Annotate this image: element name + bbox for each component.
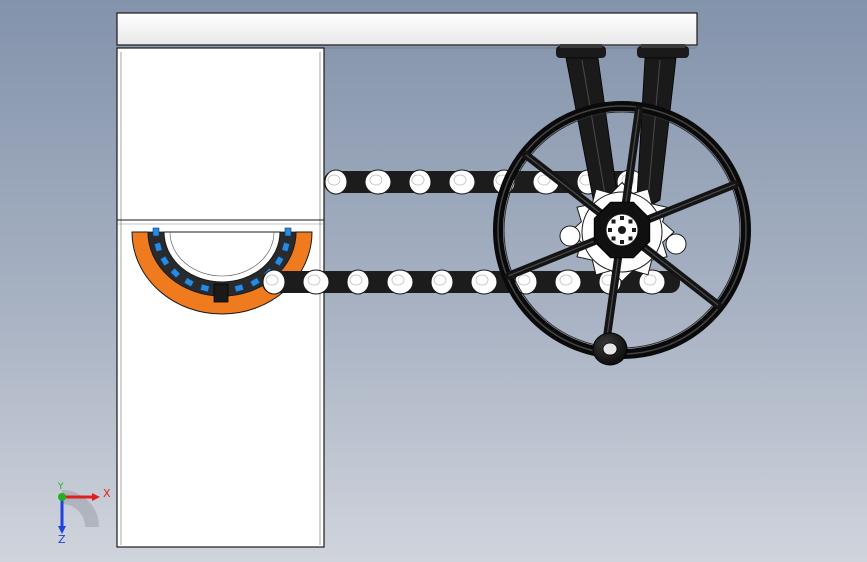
- hub-spline: [608, 228, 612, 232]
- bearing-roller: [152, 227, 160, 237]
- hub-spline: [632, 228, 636, 232]
- bearing-roller: [284, 227, 292, 237]
- hub-spline: [620, 240, 624, 244]
- hub-spline: [620, 216, 624, 220]
- assembly-drawing[interactable]: [0, 0, 867, 562]
- coordinate-triad[interactable]: [58, 490, 100, 534]
- z-axis-label: Z: [58, 533, 66, 546]
- chain-roller: [302, 269, 330, 295]
- y-axis-label: Y: [58, 482, 64, 492]
- cad-viewport[interactable]: X Y Z: [0, 0, 867, 562]
- hub-spline: [611, 236, 616, 241]
- chain-roller: [386, 269, 414, 295]
- handwheel-handle[interactable]: [592, 332, 628, 366]
- hub-spline: [628, 219, 633, 224]
- y-axis-dot: [58, 493, 66, 501]
- chain-roller: [554, 269, 582, 295]
- chain-roller: [448, 169, 476, 195]
- x-axis-label: X: [103, 487, 111, 500]
- hub-spline: [611, 219, 616, 224]
- handwheel[interactable]: [493, 101, 751, 359]
- chain-roller: [364, 169, 392, 195]
- top-beam[interactable]: [116, 12, 698, 49]
- hub-spline: [628, 236, 633, 241]
- chain-roller: [470, 269, 498, 295]
